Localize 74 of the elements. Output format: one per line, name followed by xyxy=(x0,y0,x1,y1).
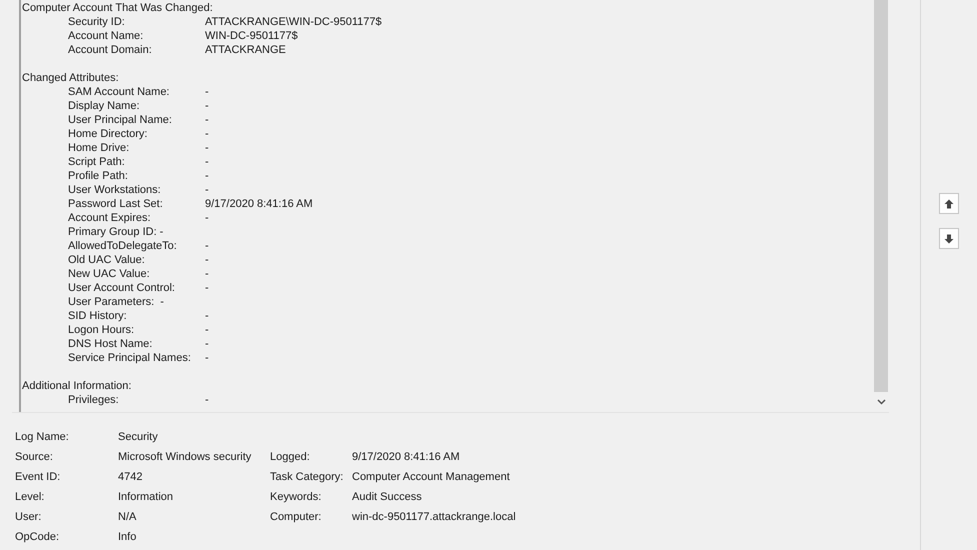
field-label: SAM Account Name: xyxy=(67,85,170,99)
field-label: SID History: xyxy=(67,309,128,323)
detail-label: OpCode: xyxy=(15,530,60,545)
field-label: User Workstations: xyxy=(67,183,162,197)
detail-label: Log Name: xyxy=(15,430,70,445)
field-label: DNS Host Name: xyxy=(67,337,154,351)
section-heading: Changed Attributes: xyxy=(22,72,119,84)
detail-label: Keywords: xyxy=(270,490,322,505)
field-value: - xyxy=(205,85,209,99)
field-value: - xyxy=(205,351,209,365)
field-value: 9/17/2020 8:41:16 AM xyxy=(205,197,313,211)
field-label: Home Drive: xyxy=(67,141,130,155)
field-value: - xyxy=(205,337,209,351)
field-value: - xyxy=(205,155,209,169)
field-value: - xyxy=(205,113,209,127)
field-label: Profile Path: xyxy=(67,169,129,183)
field-label: Account Domain: xyxy=(67,43,153,57)
field-value: - xyxy=(205,127,209,141)
detail-value: 4742 xyxy=(118,470,144,485)
field-label: Display Name: xyxy=(67,99,141,113)
detail-value: Audit Success xyxy=(352,490,423,505)
chevron-down-icon[interactable] xyxy=(876,399,886,405)
field-value: - xyxy=(205,211,209,225)
field-label: Script Path: xyxy=(67,155,126,169)
detail-label: Task Category: xyxy=(270,470,344,485)
arrow-down-icon xyxy=(944,234,954,244)
field-value: - xyxy=(205,281,209,295)
arrow-up-icon xyxy=(944,198,954,208)
detail-label: Computer: xyxy=(270,510,322,525)
field-label: New UAC Value: xyxy=(67,267,151,281)
field-label: Privileges: xyxy=(67,393,120,407)
field-text: Primary Group ID: - xyxy=(68,225,164,239)
field-label: Account Expires: xyxy=(67,211,152,225)
field-value: - xyxy=(205,253,209,267)
scroll-up-button[interactable] xyxy=(939,193,959,214)
detail-value: Computer Account Management xyxy=(352,470,511,485)
scroll-down-button[interactable] xyxy=(939,228,959,249)
field-value: - xyxy=(205,239,209,253)
field-label: Service Principal Names: xyxy=(67,351,192,365)
detail-label: Logged: xyxy=(270,450,311,465)
detail-value: win-dc-9501177.attackrange.local xyxy=(352,510,517,525)
field-label: Security ID: xyxy=(67,15,126,29)
field-value: ATTACKRANGE\WIN-DC-9501177$ xyxy=(205,15,382,29)
detail-value: Information xyxy=(118,490,174,505)
field-value: - xyxy=(205,183,209,197)
field-value: - xyxy=(205,309,209,323)
detail-value: Security xyxy=(118,430,159,445)
field-value: - xyxy=(205,267,209,281)
field-label: Account Name: xyxy=(67,29,144,43)
field-value: - xyxy=(205,323,209,337)
section-heading: Computer Account That Was Changed: xyxy=(22,2,213,14)
detail-label: Event ID: xyxy=(15,470,62,485)
detail-value: N/A xyxy=(118,510,138,525)
detail-label: Level: xyxy=(15,490,46,505)
field-label: Password Last Set: xyxy=(67,197,164,211)
field-value: - xyxy=(205,141,209,155)
detail-value: Microsoft Windows security xyxy=(118,450,252,465)
field-value: WIN-DC-9501177$ xyxy=(205,29,298,43)
field-label: User Account Control: xyxy=(67,281,176,295)
field-value: - xyxy=(205,99,209,113)
field-label: User Principal Name: xyxy=(67,113,173,127)
field-label: Old UAC Value: xyxy=(67,253,146,267)
detail-label: Source: xyxy=(15,450,54,465)
field-label: Logon Hours: xyxy=(67,323,136,337)
field-label: Home Directory: xyxy=(67,127,148,141)
field-value: - xyxy=(205,169,209,183)
field-label: AllowedToDelegateTo: xyxy=(67,239,178,253)
field-text: User Parameters: - xyxy=(68,295,164,309)
field-value: - xyxy=(205,393,209,407)
detail-label: User: xyxy=(15,510,42,525)
detail-value: 9/17/2020 8:41:16 AM xyxy=(352,450,461,465)
detail-value: Info xyxy=(118,530,138,545)
field-value: ATTACKRANGE xyxy=(205,43,286,57)
section-heading: Additional Information: xyxy=(22,380,132,392)
